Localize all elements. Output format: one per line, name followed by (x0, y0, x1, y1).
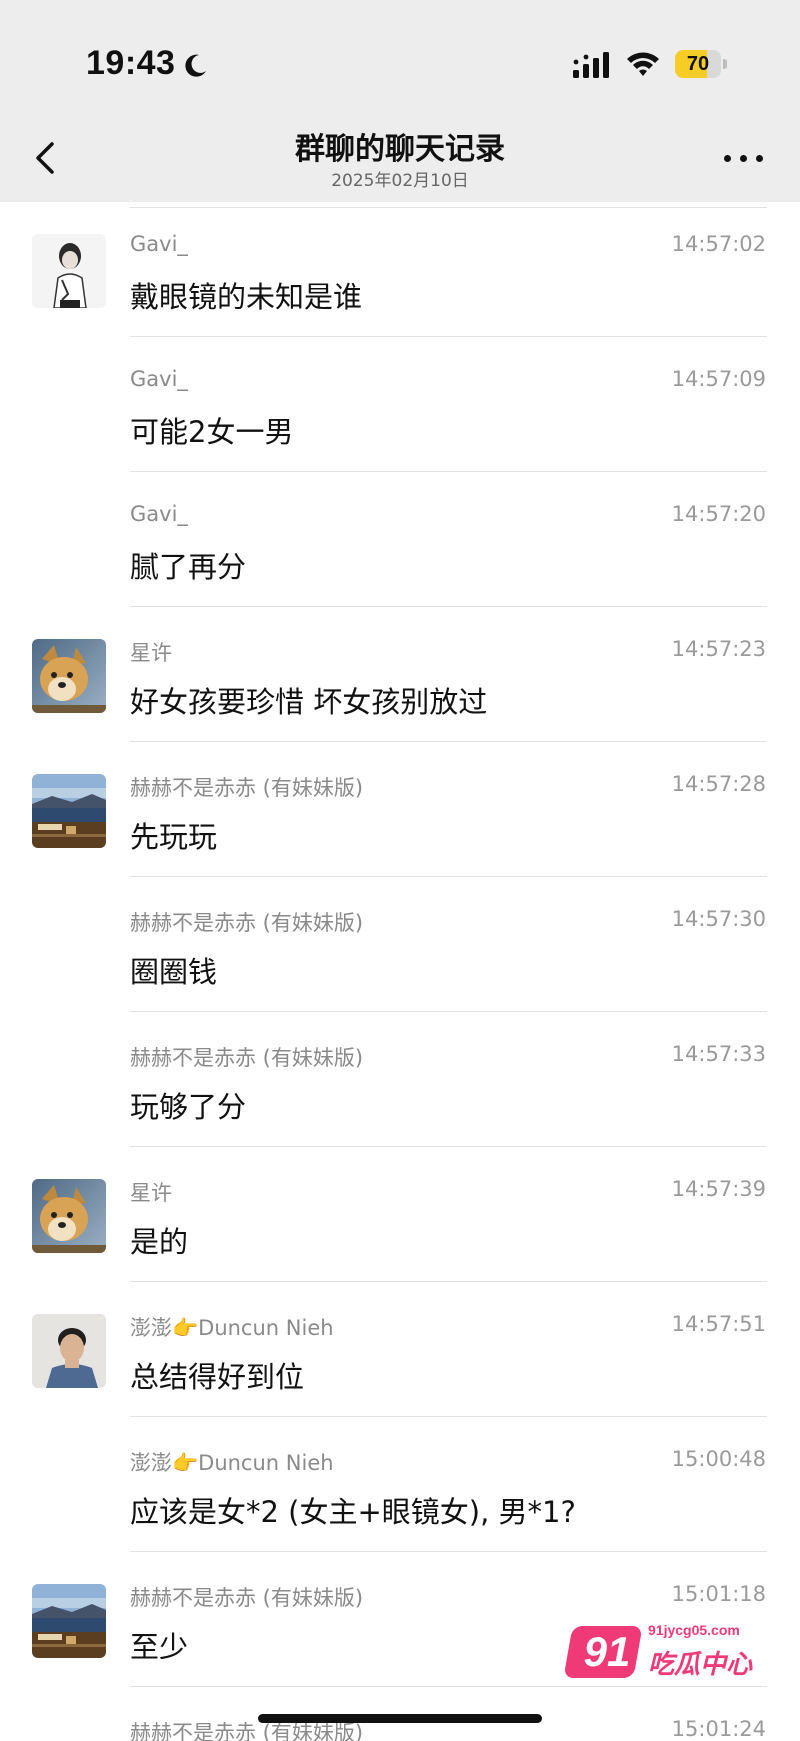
wifi-icon (627, 52, 659, 76)
message-timestamp: 14:57:09 (671, 367, 766, 391)
message-text: 圈圈钱 (130, 955, 218, 989)
message-row[interactable]: 澎澎👉Duncun Nieh 15:00:48 应该是女*2 (女主+眼镜女), 男… (0, 1417, 800, 1552)
message-row[interactable]: 赫赫不是赤赤 (有妹妹版) 14:57:30 圈圈钱 (0, 877, 800, 1012)
status-bar: 19:43 70 (0, 0, 800, 118)
avatar[interactable] (32, 1179, 106, 1253)
sender-name: 赫赫不是赤赤 (有妹妹版) (130, 911, 364, 935)
avatar[interactable] (32, 1314, 106, 1388)
message-text: 是的 (130, 1225, 189, 1259)
message-row[interactable]: 星许 14:57:23 好女孩要珍惜 坏女孩别放过 (0, 607, 800, 742)
signal-icon (573, 52, 609, 78)
message-text: 戴眼镜的未知是谁 (130, 280, 363, 314)
watermark-domain: 91jycg05.com (648, 1622, 740, 1638)
page-subtitle-date: 2025年02月10日 (331, 171, 469, 191)
sender-name: Gavi_ (130, 367, 188, 391)
avatar[interactable] (32, 639, 106, 713)
sender-name: 赫赫不是赤赤 (有妹妹版) (130, 1586, 364, 1610)
message-timestamp: 14:57:30 (671, 907, 766, 931)
nav-bar: 群聊的聊天记录 2025年02月10日 (0, 118, 800, 202)
message-row[interactable]: Gavi_ 14:57:09 可能2女一男 (0, 337, 800, 472)
sender-name: 澎澎👉Duncun Nieh (130, 1451, 334, 1475)
message-text: 好女孩要珍惜 坏女孩别放过 (130, 685, 488, 719)
avatar[interactable] (32, 774, 106, 848)
page-title: 群聊的聊天记录 (295, 132, 505, 167)
message-timestamp: 15:01:24 (671, 1717, 766, 1741)
watermark-label: 吃瓜中心 (648, 1650, 753, 1680)
message-timestamp: 14:57:23 (671, 637, 766, 661)
sender-name: Gavi_ (130, 232, 188, 256)
message-timestamp: 14:57:39 (671, 1177, 766, 1201)
moon-icon (185, 54, 206, 77)
sender-name: Gavi_ (130, 502, 188, 526)
sender-name: 赫赫不是赤赤 (有妹妹版) (130, 1046, 364, 1070)
top-bar: 19:43 70 群聊的聊天记录 2025年02月10日 (0, 0, 800, 202)
battery-level: 70 (686, 53, 710, 75)
message-timestamp: 14:57:02 (671, 232, 766, 256)
home-indicator (258, 1714, 542, 1723)
sender-name: 星许 (130, 1181, 172, 1205)
message-list[interactable]: Gavi_ 14:57:02 戴眼镜的未知是谁 Gavi_ 14:57:09 可能2女一男… (0, 202, 800, 1741)
message-row[interactable]: Gavi_ 14:57:02 戴眼镜的未知是谁 (0, 202, 800, 337)
message-timestamp: 14:57:20 (671, 502, 766, 526)
message-timestamp: 14:57:28 (671, 772, 766, 796)
message-text: 可能2女一男 (130, 415, 294, 449)
avatar[interactable] (32, 1584, 106, 1658)
battery-icon: 70 (675, 50, 727, 78)
message-row[interactable]: 赫赫不是赤赤 (有妹妹版) 14:57:28 先玩玩 (0, 742, 800, 877)
sender-name: 星许 (130, 641, 172, 665)
sender-name: 赫赫不是赤赤 (有妹妹版) (130, 776, 364, 800)
message-row[interactable]: Gavi_ 14:57:20 腻了再分 (0, 472, 800, 607)
avatar[interactable] (32, 234, 106, 308)
message-text: 先玩玩 (130, 820, 218, 854)
message-text: 至少 (130, 1630, 189, 1664)
message-text: 总结得好到位 (130, 1360, 305, 1394)
watermark-logo: 91 91jycg05.com 吃瓜中心 (563, 1618, 768, 1688)
watermark-number: 91 (583, 1628, 631, 1675)
sender-name: 澎澎👉Duncun Nieh (130, 1316, 334, 1340)
message-row[interactable]: 星许 14:57:39 是的 (0, 1147, 800, 1282)
message-text: 腻了再分 (130, 550, 247, 584)
message-row[interactable]: 澎澎👉Duncun Nieh 14:57:51 总结得好到位 (0, 1282, 800, 1417)
message-timestamp: 15:01:18 (671, 1582, 766, 1606)
status-time: 19:43 (86, 44, 176, 82)
message-timestamp: 15:00:48 (671, 1447, 766, 1471)
message-timestamp: 14:57:51 (671, 1312, 766, 1336)
more-options-button[interactable] (720, 138, 768, 178)
message-text: 应该是女*2 (女主+眼镜女), 男*1? (130, 1495, 576, 1529)
message-timestamp: 14:57:33 (671, 1042, 766, 1066)
message-row[interactable]: 赫赫不是赤赤 (有妹妹版) 14:57:33 玩够了分 (0, 1012, 800, 1147)
message-text: 玩够了分 (130, 1090, 247, 1124)
